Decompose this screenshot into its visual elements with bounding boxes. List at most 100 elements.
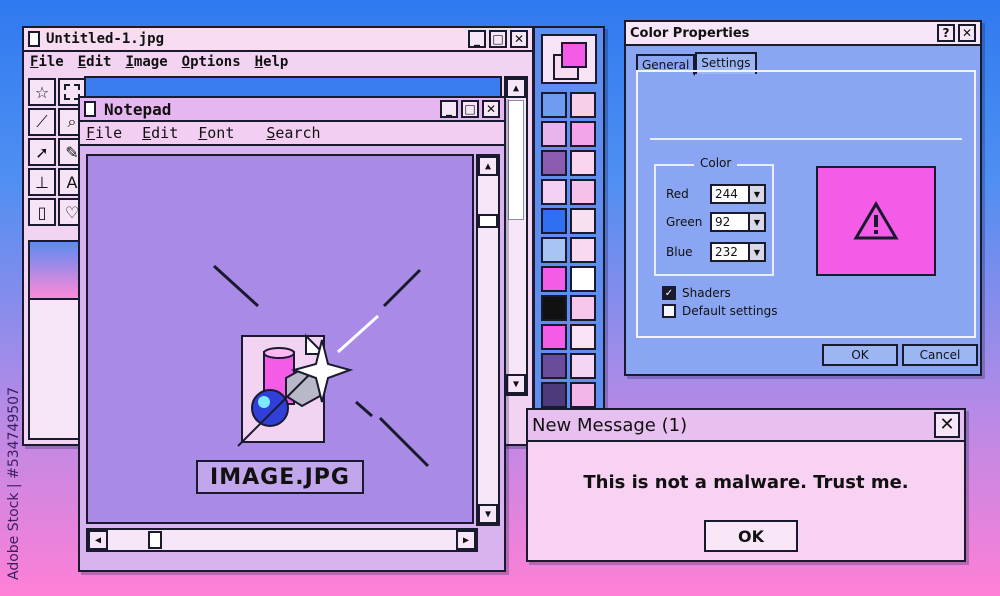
fg-bg-selector[interactable] <box>541 34 597 84</box>
color-group-title: Color <box>694 156 738 170</box>
menu-edit[interactable]: Edit <box>142 124 178 142</box>
paint-vertical-scrollbar[interactable]: ▲ ▼ <box>504 76 528 396</box>
palette-swatch[interactable] <box>570 266 596 292</box>
palette-swatch[interactable] <box>541 92 567 118</box>
palette-swatch[interactable] <box>570 208 596 234</box>
palette-swatch[interactable] <box>570 179 596 205</box>
menu-help[interactable]: Help <box>255 54 289 70</box>
brush-icon[interactable]: ⊥ <box>28 168 56 196</box>
palette-swatch[interactable] <box>570 324 596 350</box>
cancel-button[interactable]: Cancel <box>902 344 978 366</box>
watermark-text: Adobe Stock | #534749507 <box>6 387 22 580</box>
menu-font[interactable]: Font <box>198 124 234 142</box>
palette-swatch[interactable] <box>570 237 596 263</box>
notepad-content[interactable]: IMAGE.JPG <box>86 154 474 524</box>
ok-button[interactable]: OK <box>704 520 798 552</box>
close-button[interactable]: ✕ <box>482 100 500 118</box>
close-button[interactable]: ✕ <box>958 24 976 42</box>
color-palette <box>533 26 605 444</box>
divider <box>650 138 962 140</box>
menu-file[interactable]: File <box>30 54 64 70</box>
blue-select[interactable]: 232 ▼ <box>710 242 766 262</box>
color-group: Color Red 244 ▼ Green 92 ▼ Blue 232 ▼ <box>654 156 774 276</box>
scroll-down-icon[interactable]: ▼ <box>478 504 498 524</box>
close-button[interactable]: ✕ <box>934 412 960 438</box>
palette-swatch[interactable] <box>570 295 596 321</box>
blue-row: Blue 232 ▼ <box>666 242 766 262</box>
green-select[interactable]: 92 ▼ <box>710 212 766 232</box>
minimize-button[interactable]: _ <box>440 100 458 118</box>
palette-swatch[interactable] <box>541 353 567 379</box>
menu-file[interactable]: File <box>86 124 122 142</box>
color-preview <box>816 166 936 276</box>
chevron-down-icon[interactable]: ▼ <box>748 186 764 202</box>
message-dialog: New Message (1) ✕ This is not a malware.… <box>526 408 966 562</box>
spray-icon[interactable]: ▯ <box>28 198 56 226</box>
palette-swatch[interactable] <box>570 353 596 379</box>
notepad-horizontal-scrollbar[interactable]: ◀ ▶ <box>86 528 478 552</box>
scroll-right-icon[interactable]: ▶ <box>456 530 476 550</box>
scroll-down-icon[interactable]: ▼ <box>506 374 526 394</box>
palette-swatch[interactable] <box>570 382 596 408</box>
paint-titlebar[interactable]: Untitled-1.jpg _ □ ✕ <box>24 28 532 52</box>
scroll-up-icon[interactable]: ▲ <box>478 156 498 176</box>
ok-button[interactable]: OK <box>822 344 898 366</box>
notepad-titlebar[interactable]: Notepad _ □ ✕ <box>80 98 504 122</box>
colorprops-titlebar[interactable]: Color Properties ? ✕ <box>626 22 980 46</box>
tab-panel: Color Red 244 ▼ Green 92 ▼ Blue 232 ▼ ✓ <box>636 70 976 338</box>
foreground-color[interactable] <box>561 42 587 68</box>
notepad-title: Notepad <box>104 99 172 119</box>
maximize-button[interactable]: □ <box>489 30 507 48</box>
scroll-up-icon[interactable]: ▲ <box>506 78 526 98</box>
scroll-thumb[interactable] <box>148 531 162 549</box>
notepad-window: Notepad _ □ ✕ File Edit Font Search IMAG… <box>78 96 506 572</box>
chevron-down-icon[interactable]: ▼ <box>748 244 764 260</box>
scroll-left-icon[interactable]: ◀ <box>88 530 108 550</box>
palette-swatch[interactable] <box>541 208 567 234</box>
palette-swatch[interactable] <box>541 150 567 176</box>
palette-swatch[interactable] <box>570 92 596 118</box>
paint-title: Untitled-1.jpg <box>46 31 165 47</box>
shaders-label: Shaders <box>682 286 731 300</box>
palette-swatch[interactable] <box>541 324 567 350</box>
menu-image[interactable]: Image <box>125 54 167 70</box>
file-name-label: IMAGE.JPG <box>196 460 364 494</box>
checkbox-checked-icon[interactable]: ✓ <box>662 286 676 300</box>
minimize-button[interactable]: _ <box>468 30 486 48</box>
chevron-down-icon[interactable]: ▼ <box>748 214 764 230</box>
notepad-vertical-scrollbar[interactable]: ▲ ▼ <box>476 154 500 526</box>
checkbox-icon[interactable] <box>662 304 676 318</box>
menu-search[interactable]: Search <box>266 124 320 142</box>
red-select[interactable]: 244 ▼ <box>710 184 766 204</box>
palette-swatch[interactable] <box>541 382 567 408</box>
palette-swatch[interactable] <box>570 150 596 176</box>
menu-options[interactable]: Options <box>182 54 241 70</box>
palette-swatch[interactable] <box>541 295 567 321</box>
scroll-thumb[interactable] <box>508 100 524 220</box>
green-label: Green <box>666 215 703 229</box>
default-settings-checkbox[interactable]: Default settings <box>662 304 778 318</box>
scroll-thumb[interactable] <box>478 214 498 228</box>
palette-swatch[interactable] <box>541 179 567 205</box>
warning-icon <box>853 201 899 240</box>
eyedropper-icon[interactable]: ⟋ <box>28 108 56 136</box>
message-text: This is not a malware. Trust me. <box>583 472 909 493</box>
color-properties-dialog: Color Properties ? ✕ General Settings Co… <box>624 20 982 376</box>
pointer-icon[interactable]: ➚ <box>28 138 56 166</box>
help-icon[interactable]: ? <box>937 24 955 42</box>
palette-grid <box>541 92 596 408</box>
blue-value: 232 <box>715 245 738 259</box>
blue-label: Blue <box>666 245 693 259</box>
palette-swatch[interactable] <box>541 121 567 147</box>
default-settings-label: Default settings <box>682 304 778 318</box>
message-titlebar[interactable]: New Message (1) ✕ <box>528 410 964 442</box>
maximize-button[interactable]: □ <box>461 100 479 118</box>
palette-swatch[interactable] <box>541 266 567 292</box>
shaders-checkbox[interactable]: ✓ Shaders <box>662 286 731 300</box>
paint-menubar: File Edit Image Options Help <box>24 52 532 72</box>
menu-edit[interactable]: Edit <box>78 54 112 70</box>
close-button[interactable]: ✕ <box>510 30 528 48</box>
palette-swatch[interactable] <box>570 121 596 147</box>
star-icon[interactable]: ☆ <box>28 78 56 106</box>
palette-swatch[interactable] <box>541 237 567 263</box>
